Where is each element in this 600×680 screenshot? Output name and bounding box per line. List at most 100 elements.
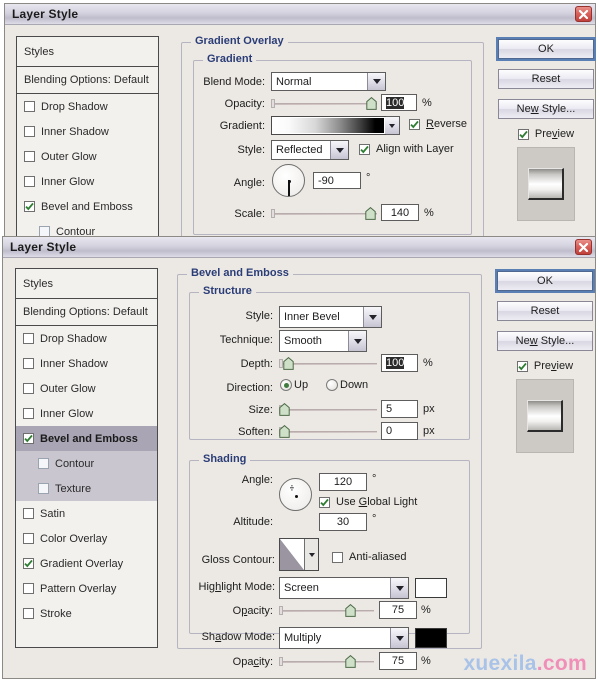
checkbox-unchecked-icon[interactable] (24, 176, 35, 187)
opacity-field[interactable]: 100 (381, 94, 417, 111)
checkbox-unchecked-icon[interactable] (23, 408, 34, 419)
checkbox-unchecked-icon[interactable] (23, 533, 34, 544)
reset-button[interactable]: Reset (497, 301, 593, 321)
style-item-texture[interactable]: Texture (16, 476, 157, 501)
chevron-down-icon[interactable] (363, 307, 381, 327)
shading-angle-field[interactable]: 120 (319, 473, 367, 491)
style-item-inner-glow[interactable]: Inner Glow (17, 169, 158, 194)
shading-angle-dial[interactable] (279, 478, 312, 511)
depth-field[interactable]: 100 (381, 354, 418, 372)
style-item-gradient-overlay[interactable]: Gradient Overlay (16, 551, 157, 576)
reverse-checkbox-row[interactable]: Reverse (409, 118, 467, 130)
new-style-button[interactable]: New Style... (498, 99, 594, 119)
styles-list-2[interactable]: Styles Blending Options: Default Drop Sh… (15, 268, 158, 648)
highlight-mode-select[interactable]: Screen (279, 577, 409, 599)
radio-unselected-icon[interactable] (326, 379, 338, 391)
checkbox-unchecked-icon[interactable] (332, 551, 343, 563)
checkbox-checked-icon[interactable] (359, 143, 370, 155)
style-item-contour[interactable]: Contour (16, 451, 157, 476)
gradient-style-select[interactable]: Reflected (271, 140, 349, 160)
checkbox-unchecked-icon[interactable] (24, 126, 35, 137)
checkbox-checked-icon[interactable] (409, 118, 420, 130)
style-item-outer-glow[interactable]: Outer Glow (16, 376, 157, 401)
style-item-pattern-overlay[interactable]: Pattern Overlay (16, 576, 157, 601)
depth-slider[interactable] (279, 357, 377, 370)
scale-field[interactable]: 140 (381, 204, 419, 221)
ok-button[interactable]: OK (496, 37, 596, 61)
style-item-outer-glow[interactable]: Outer Glow (17, 144, 158, 169)
direction-up-radio-row[interactable]: Up (280, 379, 308, 391)
blending-options-row[interactable]: Blending Options: Default (16, 299, 157, 326)
size-field[interactable]: 5 (381, 400, 418, 418)
styles-list-1[interactable]: Styles Blending Options: Default Drop Sh… (16, 36, 159, 237)
altitude-field[interactable]: 30 (319, 513, 367, 531)
chevron-down-icon[interactable] (304, 539, 318, 570)
chevron-down-icon[interactable] (367, 73, 385, 90)
shadow-mode-select[interactable]: Multiply (279, 627, 409, 649)
slider-thumb[interactable] (279, 425, 290, 438)
reset-button[interactable]: Reset (498, 69, 594, 89)
checkbox-checked-icon[interactable] (24, 201, 35, 212)
slider-thumb[interactable] (283, 357, 294, 370)
checkbox-unchecked-icon[interactable] (23, 608, 34, 619)
slider-thumb[interactable] (345, 604, 356, 617)
checkbox-unchecked-icon[interactable] (23, 358, 34, 369)
opacity-slider[interactable] (271, 97, 377, 110)
highlight-opacity-field[interactable]: 75 (379, 601, 417, 619)
bevel-style-select[interactable]: Inner Bevel (279, 306, 382, 328)
style-item-color-overlay[interactable]: Color Overlay (16, 526, 157, 551)
chevron-down-icon[interactable] (330, 141, 348, 159)
scale-slider[interactable] (271, 207, 377, 220)
shadow-opacity-field[interactable]: 75 (379, 652, 417, 670)
checkbox-checked-icon[interactable] (319, 496, 330, 508)
checkbox-unchecked-icon[interactable] (24, 151, 35, 162)
checkbox-unchecked-icon[interactable] (38, 483, 49, 494)
gloss-contour-swatch[interactable] (279, 538, 319, 571)
style-item-stroke[interactable]: Stroke (16, 601, 157, 626)
preview-checkbox-row[interactable]: Preview (497, 360, 593, 372)
style-item-inner-shadow[interactable]: Inner Shadow (17, 119, 158, 144)
checkbox-unchecked-icon[interactable] (23, 508, 34, 519)
style-item-inner-glow[interactable]: Inner Glow (16, 401, 157, 426)
slider-thumb[interactable] (366, 97, 377, 110)
new-style-button[interactable]: New Style... (497, 331, 593, 351)
titlebar[interactable]: Layer Style (5, 4, 595, 25)
shadow-opacity-slider[interactable] (279, 655, 374, 668)
technique-select[interactable]: Smooth (279, 330, 367, 352)
shadow-color-swatch[interactable] (415, 628, 447, 648)
gradient-picker-button[interactable] (385, 116, 400, 135)
anti-aliased-row[interactable]: Anti-aliased (332, 551, 406, 563)
gradient-preview[interactable] (271, 116, 386, 135)
ok-button[interactable]: OK (495, 269, 595, 293)
style-item-drop-shadow[interactable]: Drop Shadow (17, 94, 158, 119)
checkbox-unchecked-icon[interactable] (23, 333, 34, 344)
close-button[interactable] (575, 6, 592, 22)
highlight-opacity-slider[interactable] (279, 604, 374, 617)
checkbox-checked-icon[interactable] (516, 360, 528, 372)
chevron-down-icon[interactable] (385, 117, 399, 134)
style-item-inner-shadow[interactable]: Inner Shadow (16, 351, 157, 376)
style-item-bevel-and-emboss[interactable]: Bevel and Emboss (16, 426, 157, 451)
style-item-bevel-and-emboss[interactable]: Bevel and Emboss (17, 194, 158, 219)
direction-down-radio-row[interactable]: Down (326, 379, 368, 391)
titlebar[interactable]: Layer Style (3, 237, 595, 258)
angle-field[interactable]: -90 (313, 172, 361, 189)
slider-thumb[interactable] (279, 403, 290, 416)
radio-selected-icon[interactable] (280, 379, 292, 391)
use-global-light-row[interactable]: Use Global Light (319, 496, 417, 508)
slider-thumb[interactable] (365, 207, 376, 220)
angle-dial[interactable] (272, 164, 305, 197)
checkbox-unchecked-icon[interactable] (23, 583, 34, 594)
chevron-down-icon[interactable] (390, 628, 408, 648)
checkbox-checked-icon[interactable] (23, 433, 34, 444)
checkbox-unchecked-icon[interactable] (23, 383, 34, 394)
highlight-color-swatch[interactable] (415, 578, 447, 598)
checkbox-checked-icon[interactable] (517, 128, 529, 140)
checkbox-unchecked-icon[interactable] (38, 458, 49, 469)
checkbox-unchecked-icon[interactable] (24, 101, 35, 112)
checkbox-checked-icon[interactable] (23, 558, 34, 569)
align-with-layer-row[interactable]: Align with Layer (359, 143, 454, 155)
style-item-drop-shadow[interactable]: Drop Shadow (16, 326, 157, 351)
soften-slider[interactable] (279, 425, 377, 438)
chevron-down-icon[interactable] (390, 578, 408, 598)
